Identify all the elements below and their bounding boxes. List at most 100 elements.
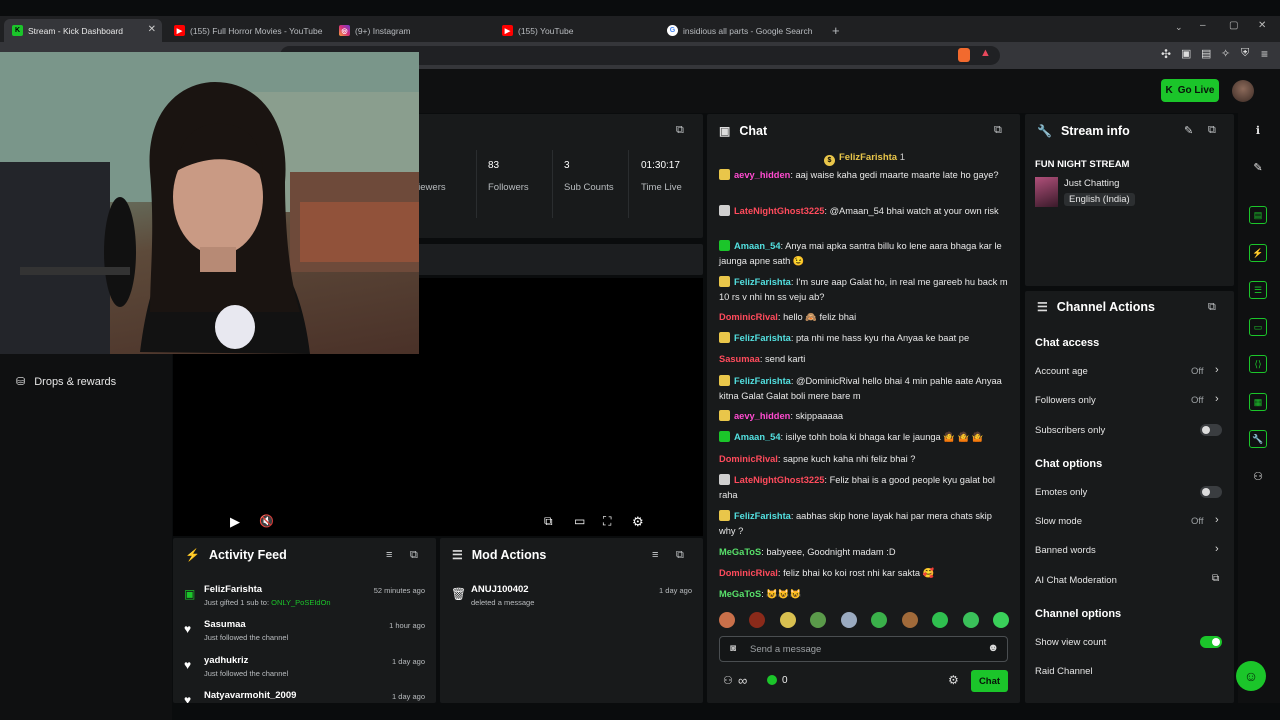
browser-tab-kick[interactable]: K Stream - Kick Dashboard ✕ (4, 19, 162, 42)
banned-words-setting[interactable]: Banned words (1035, 545, 1096, 556)
edit-pencil-icon[interactable]: ✎ (1184, 124, 1193, 137)
chat-username[interactable]: FelizFarishta (734, 511, 791, 521)
sidebar-icon[interactable]: ▣ (1181, 47, 1191, 60)
fullscreen-icon[interactable]: ⛶ (603, 514, 611, 529)
activity-user[interactable]: Sasumaa (204, 619, 246, 630)
popout-icon[interactable]: ⧉ (676, 124, 684, 137)
filter-icon[interactable]: ≡ (652, 549, 658, 561)
mod-actions-list-icon[interactable]: ☰ (1249, 281, 1267, 299)
popout-icon[interactable]: ⧉ (676, 549, 684, 562)
leo-ai-icon[interactable]: ✧ (1221, 47, 1230, 60)
emotes-only-toggle[interactable] (1200, 486, 1222, 498)
info-icon[interactable]: ℹ (1249, 121, 1267, 139)
window-close-icon[interactable]: ✕ (1258, 20, 1266, 31)
emote-icon[interactable] (992, 612, 1009, 628)
chat-username[interactable]: aevy_hidden (734, 170, 790, 180)
sidebar-item-drops[interactable]: ⛁ Drops & rewards (16, 375, 116, 389)
emote-icon[interactable] (749, 612, 766, 628)
chevron-right-icon[interactable]: › (1215, 364, 1219, 376)
chevron-right-icon[interactable]: › (1215, 543, 1219, 555)
chat-username[interactable]: MeGaToS (719, 589, 761, 599)
popout-icon[interactable]: ⧉ (1208, 301, 1216, 314)
emote-icon[interactable] (840, 612, 857, 628)
activity-user[interactable]: FelizFarishta (204, 584, 262, 595)
show-view-count-toggle[interactable] (1200, 636, 1222, 648)
chat-username[interactable]: MeGaToS (719, 547, 761, 557)
account-age-setting[interactable]: Account age (1035, 366, 1088, 377)
edit-pencil-icon[interactable]: ✎ (1249, 158, 1267, 176)
mute-icon[interactable]: 🔇 (259, 514, 274, 528)
code-icon[interactable]: ⟨⟩ (1249, 355, 1267, 373)
share-icon[interactable]: ⚇ (1249, 467, 1267, 485)
menu-icon[interactable]: ≡ (1261, 47, 1268, 61)
stats-panel-icon[interactable]: ▤ (1249, 206, 1267, 224)
chevron-right-icon[interactable]: › (1215, 393, 1219, 405)
settings-gear-icon[interactable]: ⚙ (632, 514, 644, 530)
help-chat-button[interactable]: ☺ (1236, 661, 1266, 691)
popout-icon[interactable]: ⧉ (1208, 124, 1216, 137)
chat-username[interactable]: DominicRival (719, 312, 778, 322)
go-live-button[interactable]: K Go Live (1161, 79, 1219, 102)
maximize-icon[interactable]: ▢ (1229, 20, 1238, 31)
mini-player-icon[interactable]: ⧉ (544, 514, 553, 529)
vpn-icon[interactable]: ⛨ (1241, 47, 1249, 60)
chat-settings-gear-icon[interactable]: ⚙ (948, 673, 959, 687)
emote-icon[interactable] (962, 612, 979, 628)
chat-username[interactable]: FelizFarishta (734, 376, 791, 386)
stream-info-wrench-icon[interactable]: 🔧 (1249, 430, 1267, 448)
browser-tab-youtube[interactable]: ▶ (155) YouTube (494, 19, 659, 42)
chat-username[interactable]: Sasumaa (719, 354, 760, 364)
activity-user[interactable]: yadhukriz (204, 655, 248, 666)
chat-username[interactable]: FelizFarishta (734, 333, 791, 343)
slow-mode-setting[interactable]: Slow mode (1035, 516, 1082, 527)
infinity-icon[interactable]: ∞ (738, 673, 747, 688)
activity-lightning-icon[interactable]: ⚡ (1249, 244, 1267, 262)
emote-icon[interactable] (719, 612, 735, 628)
close-tab-icon[interactable]: ✕ (148, 24, 156, 35)
subscribers-only-toggle[interactable] (1200, 424, 1222, 436)
chat-users-icon[interactable]: ⚇ (723, 674, 733, 687)
pinned-gifter[interactable]: $ FelizFarishta 1 (824, 152, 905, 166)
browser-tab-youtube-movies[interactable]: ▶ (155) Full Horror Movies - YouTube (166, 19, 331, 42)
emoji-picker-icon[interactable]: ☻ (987, 642, 999, 654)
external-link-icon[interactable]: ⧉ (1212, 573, 1219, 584)
popout-icon[interactable]: ⧉ (994, 124, 1002, 137)
popout-icon[interactable]: ⧉ (410, 549, 418, 562)
emote-icon[interactable] (810, 612, 827, 628)
chat-username[interactable]: LateNightGhost3225 (734, 206, 824, 216)
extensions-icon[interactable]: ✣ (1161, 47, 1171, 61)
chevron-right-icon[interactable]: › (1215, 514, 1219, 526)
avatar[interactable] (1232, 80, 1254, 102)
stream-category[interactable]: Just Chatting (1064, 178, 1119, 189)
send-chat-button[interactable]: Chat (971, 670, 1008, 692)
chat-username[interactable]: LateNightGhost3225 (734, 475, 824, 485)
chat-panel-icon[interactable]: ▭ (1249, 318, 1267, 336)
brave-shield-icon[interactable] (958, 48, 970, 62)
theater-mode-icon[interactable]: ▭ (574, 514, 585, 528)
followers-only-setting[interactable]: Followers only (1035, 395, 1096, 406)
category-thumbnail[interactable] (1035, 177, 1058, 207)
new-tab-button[interactable]: + (824, 19, 848, 42)
gift-recipient[interactable]: ONLY_PoSEIdOn (271, 598, 330, 607)
chat-username[interactable]: Amaan_54 (734, 241, 781, 251)
chat-username[interactable]: aevy_hidden (734, 411, 790, 421)
activity-user[interactable]: Natyavarmohit_2009 (204, 690, 296, 701)
chat-username[interactable]: Amaan_54 (734, 432, 781, 442)
filter-icon[interactable]: ≡ (386, 549, 392, 561)
minimize-icon[interactable]: – (1200, 20, 1206, 31)
emote-icon[interactable] (779, 612, 796, 628)
chat-message-input[interactable]: ◙ Send a message ☻ (719, 636, 1008, 662)
channel-actions-icon[interactable]: ▦ (1249, 393, 1267, 411)
chat-username[interactable]: DominicRival (719, 454, 778, 464)
chat-username[interactable]: DominicRival (719, 568, 778, 578)
emote-icon[interactable] (871, 612, 888, 628)
chat-username[interactable]: FelizFarishta (734, 277, 791, 287)
emote-icon[interactable] (932, 612, 949, 628)
wallet-icon[interactable]: ▤ (1201, 47, 1211, 60)
browser-tab-instagram[interactable]: ◎ (9+) Instagram (331, 19, 496, 42)
tab-search-icon[interactable]: ⌄ (1175, 22, 1183, 33)
ai-moderation-setting[interactable]: AI Chat Moderation (1035, 575, 1117, 586)
raid-channel-setting[interactable]: Raid Channel (1035, 666, 1093, 677)
brave-rewards-icon[interactable]: ▲ (980, 47, 991, 59)
emote-icon[interactable] (901, 612, 918, 628)
